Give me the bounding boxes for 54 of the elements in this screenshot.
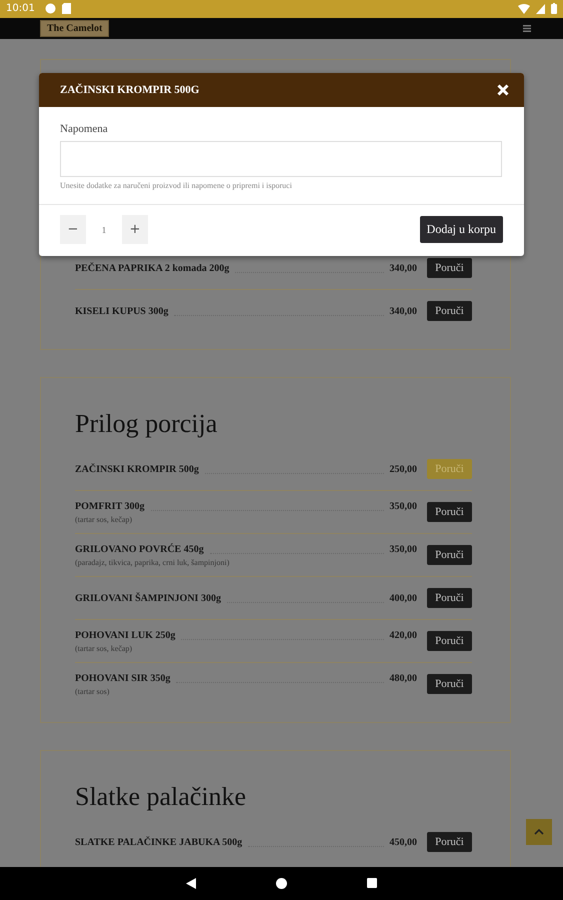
- order-button[interactable]: Poruči: [427, 301, 472, 322]
- item-description: (tartar sos, kečap): [75, 514, 134, 524]
- section-title: Prilog porcija: [75, 408, 218, 440]
- signal-icon: [536, 4, 545, 14]
- item-price: 340,00: [390, 306, 417, 317]
- close-icon[interactable]: [497, 84, 509, 96]
- clock-time: 10:01: [6, 3, 35, 14]
- order-button[interactable]: Poruči: [427, 674, 472, 694]
- item-name: POHOVANI SIR 350g: [75, 672, 170, 684]
- caret-up-icon: [534, 829, 544, 836]
- add-to-cart-button[interactable]: Dodaj u korpu: [420, 216, 503, 244]
- item-price: 340,00: [390, 262, 417, 274]
- item-price: 350,00: [390, 500, 417, 512]
- field-label: Napomena: [60, 123, 109, 136]
- item-name: KISELI KUPUS 300g: [75, 306, 168, 317]
- item-description: (tartar sos, kečap): [75, 644, 134, 653]
- help-text: Unesite dodatke za naručeni proizvod ili napomene o pripremi i isporuci: [60, 181, 293, 190]
- item-name: POMFRIT 300g: [75, 500, 145, 512]
- order-button[interactable]: Poruči: [427, 258, 472, 278]
- order-button[interactable]: Poruči: [427, 832, 472, 852]
- item-price: 250,00: [390, 464, 417, 475]
- item-description: (paradajz, tikvica, paprika, crni luk, šampinjoni): [75, 558, 230, 567]
- item-name: GRILOVANI ŠAMPINJONI 300g: [75, 592, 221, 604]
- sd-card-icon: [62, 3, 71, 14]
- item-name: POHOVANI LUK 250g: [75, 630, 176, 641]
- order-button[interactable]: Poruči: [427, 631, 472, 652]
- dialog-title: ZAČINSKI KROMPIR 500G: [60, 84, 200, 96]
- home-icon[interactable]: [276, 878, 287, 889]
- order-button[interactable]: Poruči: [427, 502, 472, 522]
- order-button[interactable]: Poruči: [427, 588, 472, 608]
- item-name: PEČENA PAPRIKA 2 komada 200g: [75, 262, 230, 274]
- battery-icon: [551, 3, 557, 14]
- item-price: 450,00: [390, 836, 417, 848]
- decrease-button[interactable]: −: [60, 215, 86, 244]
- item-name: GRILOVANO POVRĆE 450g: [75, 544, 204, 555]
- menu-icon[interactable]: [523, 24, 531, 32]
- back-icon[interactable]: [186, 878, 196, 889]
- recents-icon[interactable]: [367, 878, 377, 888]
- item-description: (tartar sos): [75, 686, 110, 696]
- item-name: SLATKE PALAČINKE JABUKA 500g: [75, 836, 242, 848]
- item-price: 420,00: [390, 630, 417, 641]
- item-price: 350,00: [390, 544, 417, 555]
- item-name: ZAČINSKI KROMPIR 500g: [75, 464, 199, 475]
- increase-button[interactable]: +: [122, 215, 148, 244]
- order-button[interactable]: Poruči: [427, 545, 472, 566]
- item-price: 480,00: [390, 672, 417, 684]
- item-price: 400,00: [390, 592, 417, 604]
- section-title: Slatke palačinke: [75, 781, 248, 814]
- quantity-field[interactable]: 1: [86, 215, 122, 244]
- note-field[interactable]: [60, 141, 502, 178]
- wifi-icon: [518, 4, 530, 14]
- notification-icon: [44, 3, 56, 14]
- scroll-top-button[interactable]: [526, 819, 552, 846]
- logo[interactable]: The Camelot: [40, 20, 110, 37]
